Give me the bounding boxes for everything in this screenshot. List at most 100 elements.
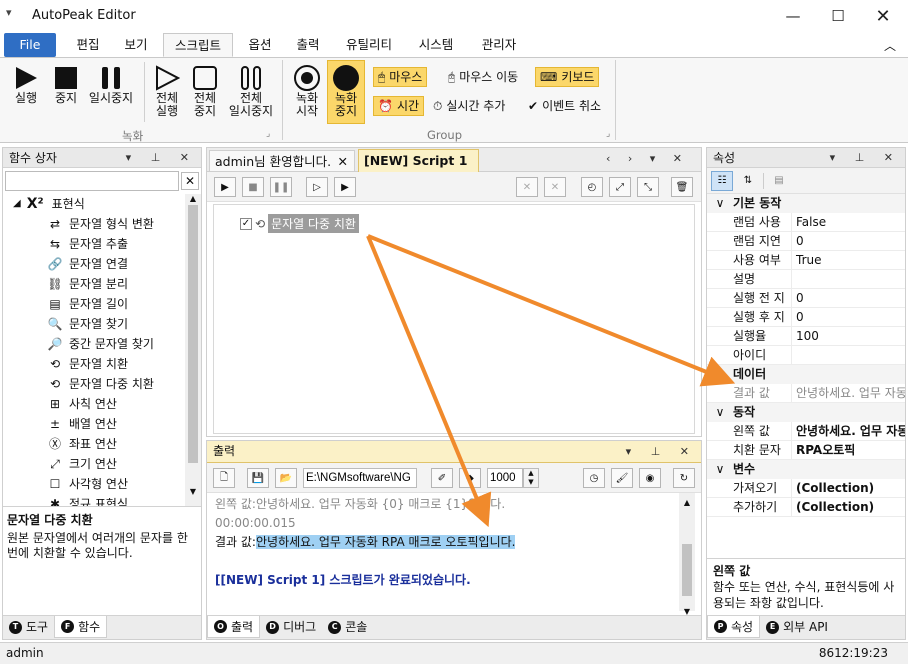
tab-close-icon[interactable]: ✕ [338,151,348,172]
menu-view[interactable]: 보기 [112,33,160,57]
function-search-input[interactable] [5,171,179,191]
number-spinner[interactable]: ▲ ▼ [523,468,539,488]
menu-edit[interactable]: 편집 [64,33,112,57]
tree-category[interactable]: ◢ X² 표현식 [3,194,201,214]
output-new-button[interactable]: 🗋 [213,468,235,488]
script-run-selected-button[interactable]: ▶ [334,177,356,197]
output-scrollbar[interactable]: ▲ ▼ [679,493,695,616]
collapse-triangle-icon[interactable]: ◢ [13,194,21,214]
stop-button[interactable]: 중지 [50,64,82,105]
function-item[interactable]: ⛓ 문자열 분리 [3,274,201,294]
pause-button[interactable]: 일시중지 [86,64,136,105]
realtime-add-toggle[interactable]: ⏱ 실시간 추가 [429,96,509,116]
property-row[interactable]: 결과 값 안녕하세요. 업무 자동 [707,384,905,403]
output-time-button[interactable]: ◷ [583,468,605,488]
script-delete-all-button[interactable]: ✕ [544,177,566,197]
menu-admin[interactable]: 관리자 [470,33,528,57]
function-item[interactable]: ⤢ 크기 연산 [3,454,201,474]
close-button[interactable]: ✕ [860,0,906,32]
function-item[interactable]: 🔍 문자열 찾기 [3,314,201,334]
categorized-icon[interactable]: ☷ [711,170,733,191]
property-row[interactable]: 실행 전 지0 [707,289,905,308]
menu-script[interactable]: 스크립트 [163,33,233,57]
time-toggle[interactable]: ⏰ 시간 [373,96,425,116]
output-fill-button[interactable]: ◉ [639,468,661,488]
sort-az-icon[interactable]: ⇅ [737,171,759,191]
script-delete-button[interactable]: ✕ [516,177,538,197]
panel-controls-icon[interactable]: ▾ ⊥ ✕ [626,441,697,462]
scroll-thumb[interactable] [188,205,198,463]
output-refresh-button[interactable]: ↻ [673,468,695,488]
mouse-move-toggle[interactable]: 🖰 마우스 이동 [444,67,522,87]
property-row[interactable]: 왼쪽 값 안녕하세요. 업무 자동 [707,422,905,441]
property-pages-icon[interactable]: ▤ [768,171,790,191]
node-checkbox[interactable]: ✓ [240,217,252,230]
script-stop-button[interactable]: ■ [242,177,264,197]
function-item[interactable]: 🔗 문자열 연결 [3,254,201,274]
tab-output[interactable]: O 출력 [207,616,261,638]
menu-output[interactable]: 출력 [286,33,330,57]
tab-debug[interactable]: D 디버그 [260,616,322,638]
function-item[interactable]: ✱ 정규 표현식 [3,494,201,506]
menu-system[interactable]: 시스템 [408,33,464,57]
property-row[interactable]: 치환 문자 RPA오토픽 [707,441,905,460]
tab-external-api[interactable]: E 외부 API [760,616,834,638]
function-item[interactable]: ⊞ 사칙 연산 [3,394,201,414]
property-row[interactable]: 아이디 [707,346,905,365]
function-item[interactable]: ± 배열 연산 [3,414,201,434]
stop-all-button[interactable]: 전체 중지 [188,64,222,118]
script-run-button[interactable]: ▶ [214,177,236,197]
clear-search-icon[interactable]: ✕ [181,172,199,190]
minimize-button[interactable]: — [770,0,816,32]
property-row[interactable]: 가져오기 (Collection) [707,479,905,498]
property-row[interactable]: 랜덤 사용 False [707,213,905,232]
dialog-launcher-icon[interactable]: ⌟ [266,129,270,139]
output-clear-button[interactable]: ✐ [431,468,453,488]
property-row[interactable]: 실행율 100 [707,327,905,346]
chevron-down-icon[interactable]: ∨ [707,194,733,213]
function-item[interactable]: ⇆ 문자열 추출 [3,234,201,254]
output-brush-button[interactable]: 🖌 [611,468,633,488]
record-stop-button[interactable]: 녹화 중지 [327,60,365,124]
function-item[interactable]: Ⓧ 좌표 연산 [3,434,201,454]
script-step-button[interactable]: ▷ [306,177,328,197]
script-trash-button[interactable]: 🗑 [671,177,693,197]
output-erase-button[interactable]: ◆ [459,468,481,488]
tab-properties[interactable]: P 속성 [707,616,761,638]
panel-controls-icon[interactable]: ▾ ⊥ ✕ [126,148,197,168]
scroll-down-icon[interactable]: ▼ [185,487,201,496]
keyboard-toggle[interactable]: ⌨ 키보드 [535,67,600,87]
mouse-toggle[interactable]: 🖱 마우스 [373,67,428,87]
property-category[interactable]: ∨ 변수 [707,460,905,479]
event-cancel-toggle[interactable]: ✔ 이벤트 취소 [524,96,605,116]
tab-welcome[interactable]: admin님 환영합니다. ✕ [209,150,355,172]
script-expand-button[interactable]: ⤢ [609,177,631,197]
property-row[interactable]: 사용 여부 True [707,251,905,270]
property-category[interactable]: ∨ 동작 [707,403,905,422]
function-item[interactable]: ⟲ 문자열 다중 치환 [3,374,201,394]
function-item[interactable]: ▤ 문자열 길이 [3,294,201,314]
panel-controls-icon[interactable]: ▾ ⊥ ✕ [830,148,901,168]
doc-tab-controls-icon[interactable]: ‹ › ▾ ✕ [606,152,689,165]
run-all-button[interactable]: 전체 실행 [150,64,184,118]
property-row[interactable]: 랜덤 지연 0 [707,232,905,251]
scroll-up-icon[interactable]: ▲ [679,493,695,512]
property-row[interactable]: 실행 후 지0 [707,308,905,327]
menu-utility[interactable]: 유틸리티 [336,33,402,57]
tab-console[interactable]: C 콘솔 [322,616,373,638]
scroll-thumb[interactable] [682,544,692,596]
output-save-button[interactable]: 💾 [247,468,269,488]
function-item[interactable]: ☐ 사각형 연산 [3,474,201,494]
scroll-up-icon[interactable]: ▲ [185,194,201,203]
tab-script1[interactable]: [NEW] Script 1 [358,149,479,173]
function-item[interactable]: ⟲ 문자열 치환 [3,354,201,374]
pause-all-button[interactable]: 전체 일시중지 [226,64,276,118]
script-node[interactable]: ✓ ⟲ 문자열 다중 치환 [240,214,359,233]
property-category[interactable]: ∨ 기본 동작 [707,194,905,213]
chevron-down-icon[interactable]: ∨ [707,460,733,479]
dialog-launcher-icon[interactable]: ⌟ [606,129,610,139]
script-reset-button[interactable]: ◴ [581,177,603,197]
output-path-input[interactable] [303,468,417,488]
run-button[interactable]: 실행 [10,64,42,105]
function-item[interactable]: 🔎 중간 문자열 찾기 [3,334,201,354]
